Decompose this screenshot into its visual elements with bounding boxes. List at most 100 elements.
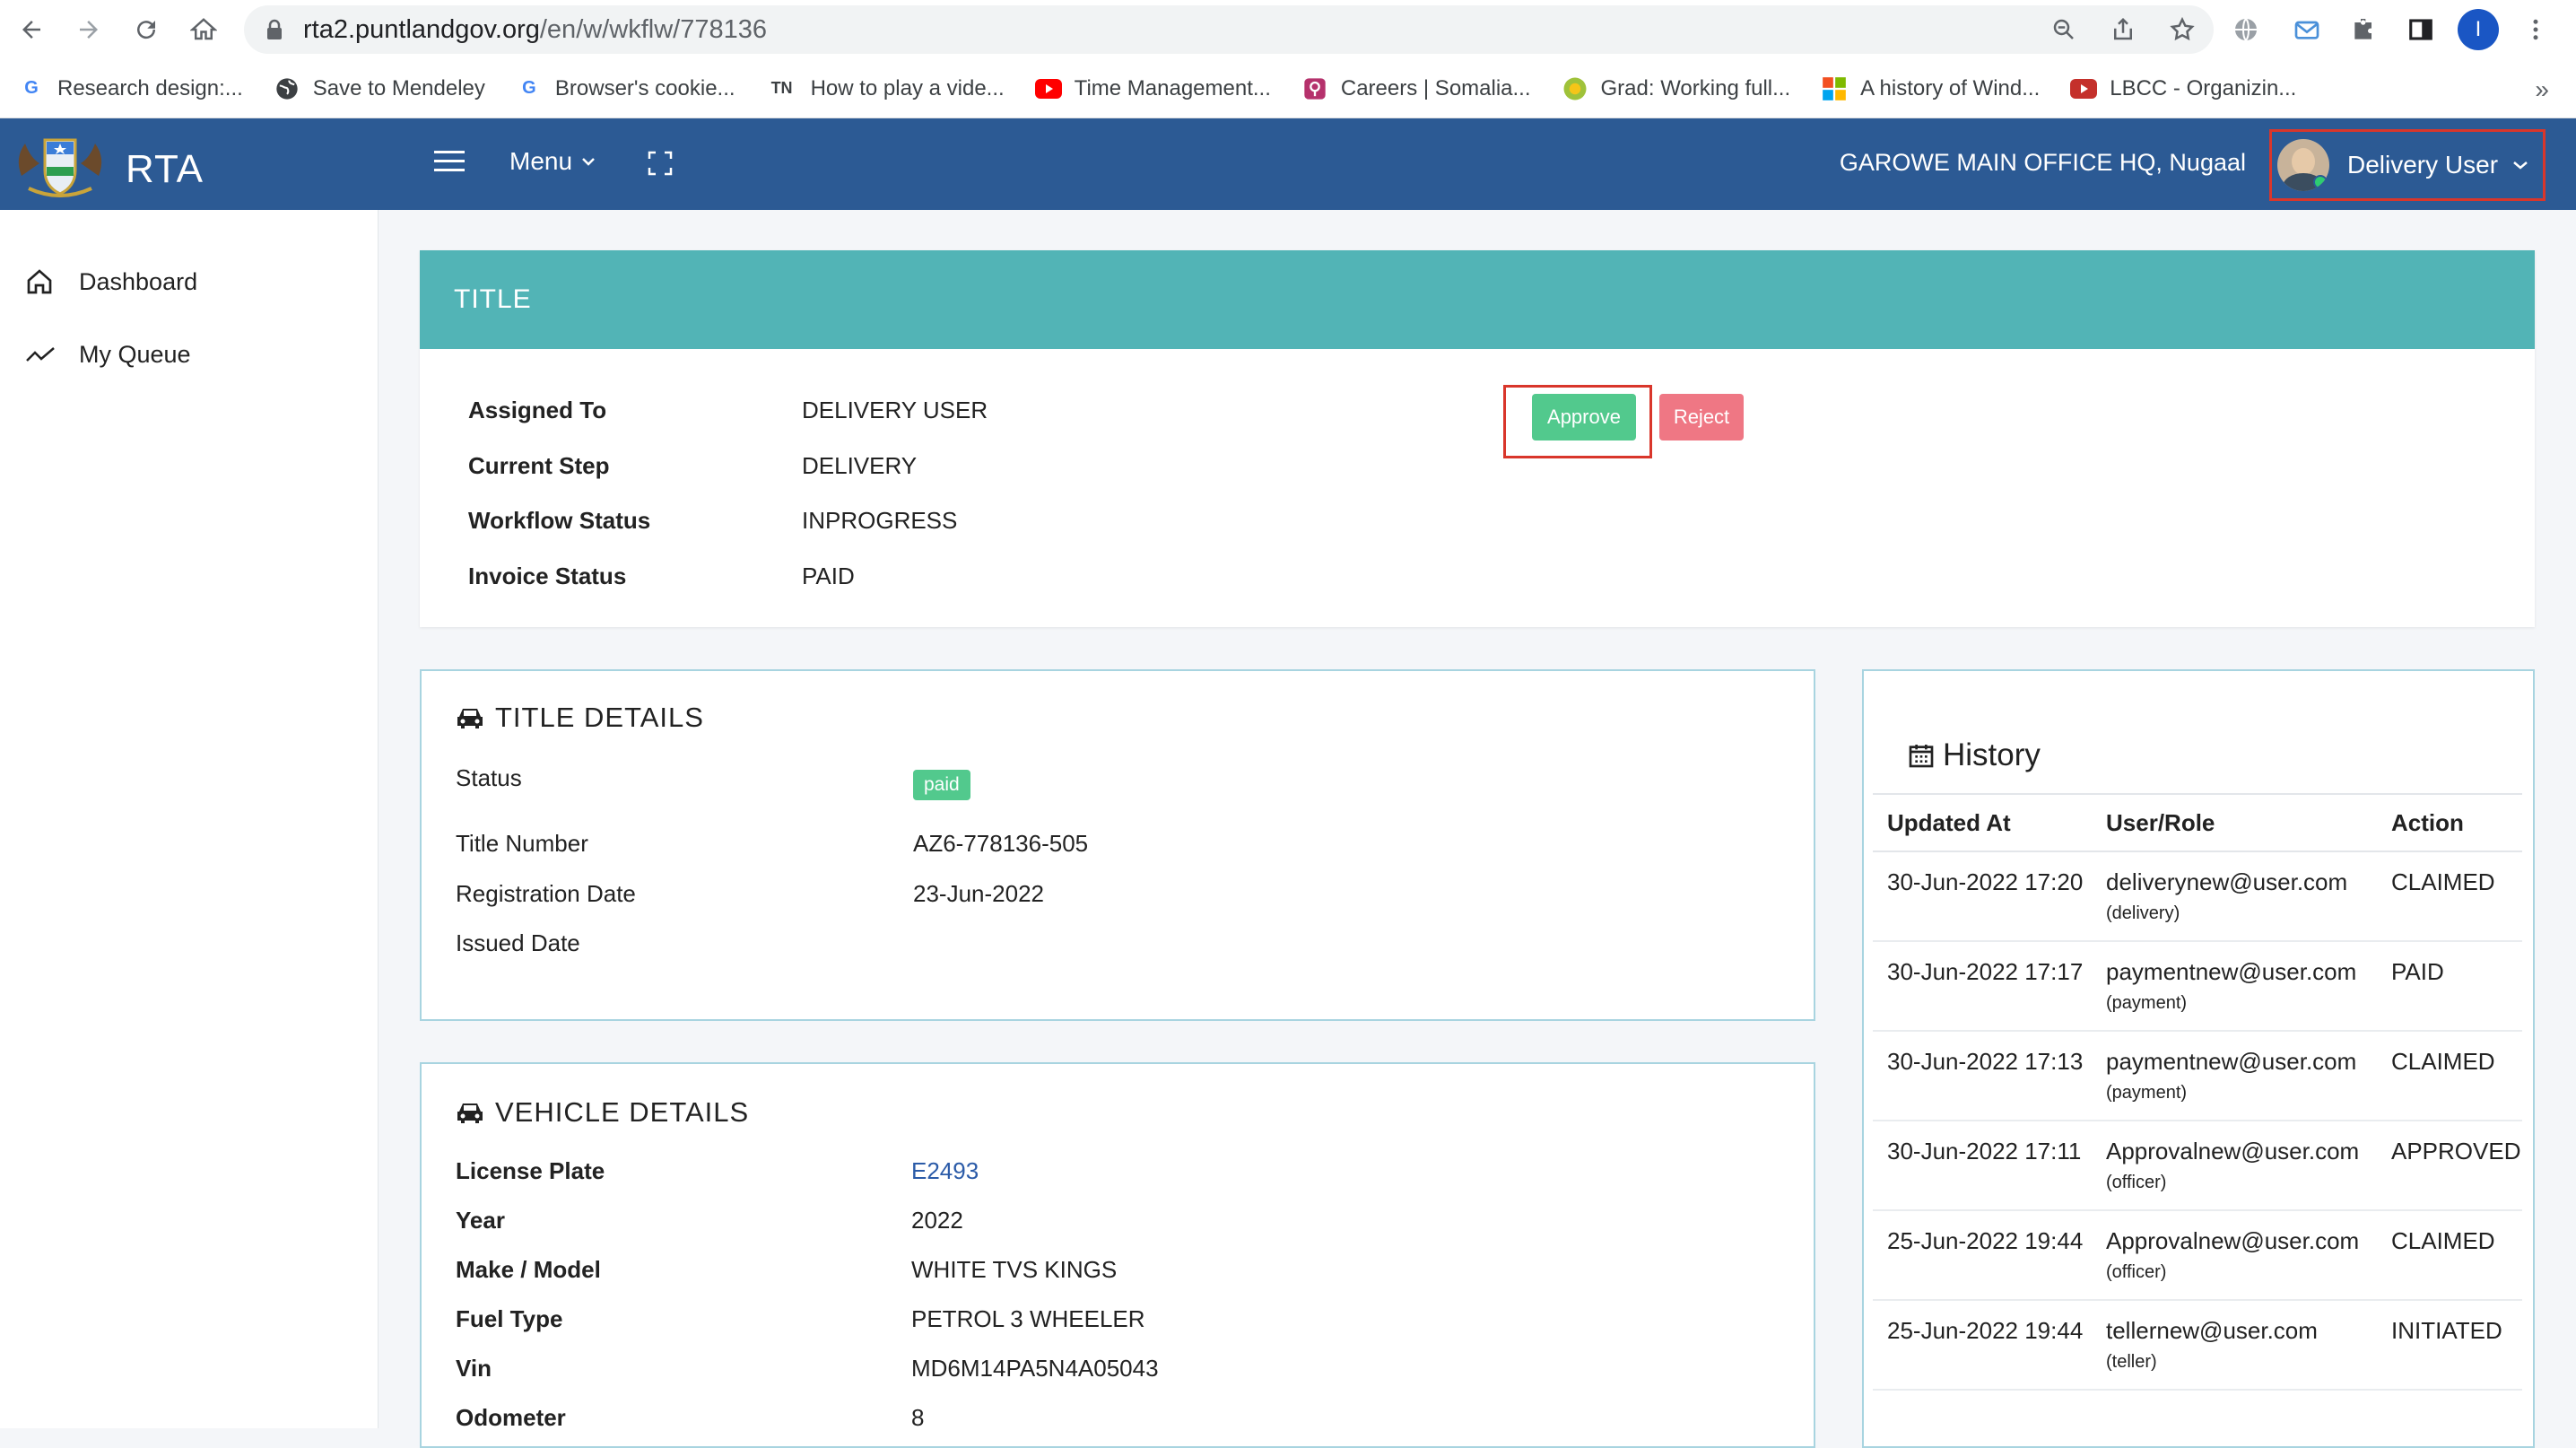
updated-at-cell: 30-Jun-2022 17:17 <box>1873 941 2092 1032</box>
user-name: Delivery User <box>2347 151 2499 179</box>
field-label: Vin <box>456 1355 492 1382</box>
calendar-icon <box>1907 741 1936 770</box>
user-role-cell: deliverynew@user.com (delivery) <box>2092 851 2377 942</box>
user-email: paymentnew@user.com <box>2106 958 2357 985</box>
title-details-heading: TITLE DETAILS <box>456 702 704 734</box>
column-header[interactable]: Updated At <box>1873 793 2092 852</box>
user-email: deliverynew@user.com <box>2106 868 2348 895</box>
user-role-cell: paymentnew@user.com (payment) <box>2092 941 2377 1032</box>
invoice-status-row: Invoice Status PAID <box>468 563 855 590</box>
app-brand[interactable]: RTA <box>126 147 204 192</box>
profile-button[interactable]: I <box>2458 7 2499 52</box>
side-panel-icon[interactable] <box>2407 7 2434 52</box>
sidebar-item-my-queue[interactable]: My Queue <box>25 341 191 369</box>
current-step-row: Current Step DELIVERY <box>468 452 917 480</box>
updated-at-cell: 25-Jun-2022 19:44 <box>1873 1300 2092 1391</box>
browser-menu-icon[interactable] <box>2522 7 2549 52</box>
updated-at-cell: 30-Jun-2022 17:11 <box>1873 1121 2092 1211</box>
bookmark-item[interactable]: TN How to play a vide... <box>766 75 1005 102</box>
forward-icon[interactable] <box>66 7 111 52</box>
reload-icon[interactable] <box>124 7 169 52</box>
google-icon: G <box>24 78 39 98</box>
field-value: 8 <box>911 1404 925 1431</box>
bookmarks-overflow-icon[interactable]: » <box>2535 75 2549 104</box>
lock-icon <box>265 19 283 40</box>
column-header[interactable]: Action <box>2377 793 2522 852</box>
bookmark-item[interactable]: A history of Wind... <box>1821 75 2040 102</box>
field-label: Invoice Status <box>468 563 627 589</box>
history-heading: History <box>1907 737 2041 773</box>
bookmark-label: LBCC - Organizin... <box>2110 75 2297 100</box>
vehicle-details-panel: VEHICLE DETAILS License Plate E2493 Year… <box>420 1062 1815 1448</box>
fullscreen-icon[interactable] <box>648 151 673 176</box>
bookmark-label: Research design:... <box>57 75 243 100</box>
sidebar-item-dashboard[interactable]: Dashboard <box>25 267 197 296</box>
address-bar[interactable]: rta2.puntlandgov.org/en/w/wkflw/778136 <box>244 5 2214 54</box>
issued-date-row: Issued Date <box>456 929 580 957</box>
user-role-cell: Approvalnew@user.com (officer) <box>2092 1121 2377 1211</box>
field-value: AZ6-778136-505 <box>913 830 1089 857</box>
column-header[interactable]: User/Role <box>2092 793 2377 852</box>
bookmark-item[interactable]: Save to Mendeley <box>274 75 485 102</box>
user-email: paymentnew@user.com <box>2106 1048 2357 1075</box>
action-cell: INITIATED <box>2377 1300 2522 1391</box>
bookmark-label: Browser's cookie... <box>554 75 735 100</box>
field-label: Title Number <box>456 830 588 857</box>
extensions-puzzle-icon[interactable] <box>2350 7 2379 52</box>
hamburger-menu-icon[interactable] <box>434 149 465 174</box>
bookmark-label: How to play a vide... <box>810 75 1005 100</box>
license-plate-row: License Plate E2493 <box>456 1157 979 1185</box>
browser-toolbar: rta2.puntlandgov.org/en/w/wkflw/778136 I <box>0 0 2576 59</box>
title-card: TITLE Assigned To DELIVERY USER Current … <box>420 250 2535 627</box>
field-label: Odometer <box>456 1404 566 1431</box>
field-value: INPROGRESS <box>802 507 958 534</box>
reject-button[interactable]: Reject <box>1659 394 1744 441</box>
approve-button[interactable]: Approve <box>1532 394 1636 441</box>
menu-dropdown[interactable]: Menu <box>509 147 596 176</box>
sidebar-item-label: Dashboard <box>79 267 198 295</box>
field-value: DELIVERY <box>802 452 918 479</box>
odometer-row: Odometer 8 <box>456 1404 924 1432</box>
youtube-icon <box>2070 75 2098 102</box>
year-row: Year 2022 <box>456 1207 963 1234</box>
back-icon[interactable] <box>9 7 54 52</box>
status-row: Status <box>456 764 522 792</box>
car-icon <box>456 1101 484 1124</box>
home-icon <box>25 267 57 296</box>
panel-heading-text: TITLE DETAILS <box>495 702 704 733</box>
updated-at-cell: 30-Jun-2022 17:13 <box>1873 1031 2092 1121</box>
license-plate-link[interactable]: E2493 <box>911 1157 979 1185</box>
bookmark-item[interactable]: Careers | Somalia... <box>1301 75 1531 102</box>
bookmark-item[interactable]: Grad: Working full... <box>1562 75 1790 102</box>
bookmark-item[interactable]: G Browser's cookie... <box>516 75 735 102</box>
user-dropdown[interactable]: Delivery User <box>2269 129 2546 201</box>
field-label: Registration Date <box>456 880 636 907</box>
url-path: /en/w/wkflw/778136 <box>539 14 767 44</box>
puntland-emblem-logo[interactable] <box>13 131 108 197</box>
bookmark-label: Careers | Somalia... <box>1340 75 1531 100</box>
field-label: Fuel Type <box>456 1305 563 1332</box>
title-card-heading: TITLE <box>420 250 2535 349</box>
updated-at-cell: 25-Jun-2022 19:44 <box>1873 1210 2092 1301</box>
vin-row: Vin MD6M14PA5N4A05043 <box>456 1355 1159 1383</box>
bookmark-item[interactable]: Time Management... <box>1034 75 1271 102</box>
field-value: WHITE TVS KINGS <box>911 1256 1118 1283</box>
status-badge: paid <box>913 770 970 800</box>
bookmark-item[interactable]: LBCC - Organizin... <box>2070 75 2296 102</box>
sidebar: Dashboard My Queue <box>0 210 379 1428</box>
bookmark-item[interactable]: G Research design:... <box>18 75 243 102</box>
fuel-type-row: Fuel Type PETROL 3 WHEELER <box>456 1305 1145 1333</box>
share-icon[interactable] <box>2110 16 2137 43</box>
user-role-cell: paymentnew@user.com (payment) <box>2092 1031 2377 1121</box>
online-status-dot <box>2313 175 2328 189</box>
chevron-down-icon <box>581 156 596 167</box>
zoom-icon[interactable] <box>2050 16 2077 43</box>
home-browser-icon[interactable] <box>181 7 226 52</box>
extension-globe-icon[interactable] <box>2232 7 2260 52</box>
extension-mail-icon[interactable] <box>2293 7 2321 52</box>
star-icon[interactable] <box>2169 16 2196 43</box>
table-row: 30-Jun-2022 17:11 Approvalnew@user.com (o… <box>1873 1121 2522 1211</box>
user-email: Approvalnew@user.com <box>2106 1227 2360 1254</box>
google-icon: G <box>522 78 536 98</box>
profile-initial: I <box>2458 9 2499 50</box>
